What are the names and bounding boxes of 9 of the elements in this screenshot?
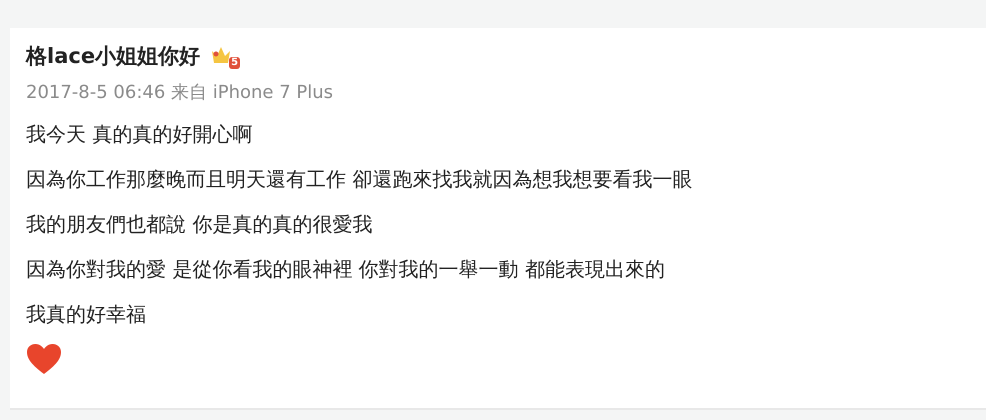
post-timestamp: 2017-8-5 06:46 来自 iPhone 7 Plus — [26, 81, 334, 104]
author-name[interactable]: 格lace小姐姐你好 — [26, 42, 200, 70]
post-text-line: 我真的好幸福 — [26, 301, 147, 328]
post-text-line: 因為你工作那麼晚而且明天還有工作 卻還跑來找我就因為想我想要看我一眼 — [26, 166, 694, 193]
heart-icon — [26, 343, 62, 375]
post-text-line: 我今天 真的真的好開心啊 — [26, 121, 254, 148]
post-text-line: 我的朋友們也都說 你是真的真的很愛我 — [26, 211, 374, 238]
post-text-line: 因為你對我的愛 是從你看我的眼神裡 你對我的一舉一動 都能表現出來的 — [26, 256, 666, 283]
level-badge: 5 — [229, 57, 240, 69]
